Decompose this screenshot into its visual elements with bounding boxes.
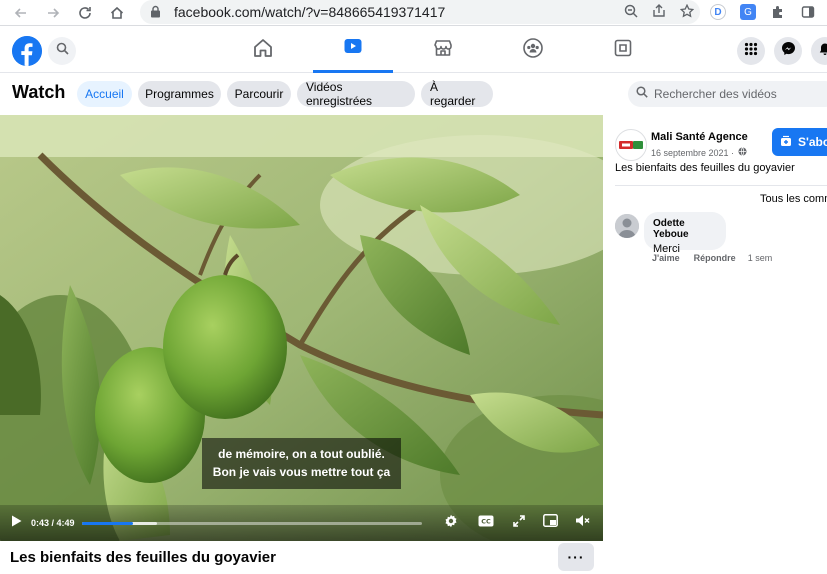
tab-watch[interactable] — [313, 27, 393, 73]
progress-played — [82, 522, 133, 525]
comment-reply-button[interactable]: Répondre — [694, 253, 736, 263]
marketplace-icon — [432, 37, 454, 64]
play-button[interactable] — [6, 505, 26, 541]
subscribe-button[interactable]: S'abo — [772, 128, 827, 156]
video-player[interactable]: de mémoire, on a tout oublié. Bon je vai… — [0, 115, 603, 541]
commenter-photo-icon — [615, 214, 639, 238]
expand-button[interactable] — [509, 505, 529, 541]
subtitle-line-1: de mémoire, on a tout oublié. — [218, 447, 385, 461]
tab-programmes[interactable]: Programmes — [138, 81, 221, 107]
home-icon[interactable] — [102, 0, 132, 26]
url-text[interactable]: facebook.com/watch/?v=848665419371417 — [174, 4, 445, 20]
video-search-placeholder: Rechercher des vidéos — [654, 87, 777, 101]
comment-like-button[interactable]: J'aime — [652, 253, 680, 263]
bookmark-star-icon[interactable] — [679, 3, 695, 21]
share-icon[interactable] — [652, 3, 666, 21]
video-title: Les bienfaits des feuilles du goyavier — [10, 549, 276, 566]
facebook-header — [0, 27, 827, 73]
globe-icon — [738, 147, 747, 158]
page-title: Watch — [12, 82, 66, 102]
facebook-logo-icon[interactable] — [12, 36, 42, 66]
tab-home[interactable] — [223, 27, 303, 73]
subtitle-line-2: Bon je vais vous mettre tout ça — [212, 465, 391, 479]
post-description: Les bienfaits des feuilles du goyavier — [615, 162, 795, 174]
volume-muted-icon — [575, 514, 590, 532]
messenger-button[interactable] — [774, 37, 802, 65]
address-bar[interactable]: facebook.com/watch/?v=848665419371417 — [140, 0, 700, 24]
subscribe-icon — [780, 135, 792, 150]
zoom-icon[interactable] — [624, 4, 638, 21]
messenger-icon — [781, 41, 796, 61]
groups-icon — [522, 37, 544, 64]
picture-in-picture-icon — [542, 514, 558, 532]
tab-groups[interactable] — [493, 27, 573, 73]
grid-menu-icon — [744, 42, 758, 61]
tab-videos-enregistrees[interactable]: Vidéos enregistrées — [297, 80, 415, 108]
subscribe-label: S'abo — [798, 135, 827, 149]
home-icon — [252, 37, 274, 64]
comment-age[interactable]: 1 sem — [748, 253, 773, 263]
back-icon[interactable] — [6, 0, 36, 26]
tab-parcourir[interactable]: Parcourir — [227, 81, 291, 107]
comment-author[interactable]: Odette Yeboue — [653, 218, 717, 240]
comment-actions: J'aime Répondre 1 sem — [652, 253, 772, 263]
miniplayer-button[interactable] — [540, 505, 560, 541]
comment-sort-selector[interactable]: Tous les comm — [760, 193, 827, 205]
mali-sante-logo-icon — [619, 141, 643, 149]
expand-icon — [513, 514, 525, 532]
video-details-panel: Mali Santé Agence 16 septembre 2021 · S'… — [603, 115, 827, 574]
comment-bubble: Odette Yeboue Merci — [644, 212, 726, 255]
commenter-avatar[interactable] — [615, 214, 639, 238]
video-time: 0:43 / 4:49 — [31, 518, 75, 528]
post-date: 16 septembre 2021 · — [651, 147, 747, 158]
captions-button[interactable]: CC — [476, 505, 496, 541]
notifications-button[interactable] — [811, 37, 827, 65]
extension-d-icon[interactable]: D — [710, 4, 726, 20]
side-panel-icon[interactable] — [800, 4, 816, 20]
video-subtitle: de mémoire, on a tout oublié. Bon je vai… — [202, 438, 401, 489]
tab-accueil[interactable]: Accueil — [77, 81, 132, 107]
menu-button[interactable] — [737, 37, 765, 65]
gaming-icon — [612, 37, 634, 64]
settings-button[interactable] — [441, 505, 461, 541]
bell-icon — [818, 42, 827, 61]
watch-subnav: Watch Accueil Programmes Parcourir Vidéo… — [0, 73, 827, 115]
divider — [615, 185, 827, 186]
tab-marketplace[interactable] — [403, 27, 483, 73]
play-icon — [11, 514, 22, 532]
post-date-text[interactable]: 16 septembre 2021 · — [651, 148, 734, 158]
forward-icon[interactable] — [38, 0, 68, 26]
page-name[interactable]: Mali Santé Agence — [651, 131, 748, 143]
reload-icon[interactable] — [70, 0, 100, 26]
video-controls: 0:43 / 4:49 CC — [0, 505, 603, 541]
gear-icon — [444, 514, 458, 533]
tab-gaming[interactable] — [583, 27, 663, 73]
progress-bar[interactable] — [82, 522, 422, 525]
search-icon — [56, 42, 69, 60]
tab-a-regarder[interactable]: À regarder — [421, 80, 493, 108]
more-options-button[interactable]: ··· — [558, 543, 594, 571]
video-search-input[interactable]: Rechercher des vidéos — [628, 81, 827, 107]
translate-extension-icon[interactable]: G — [740, 4, 756, 20]
lock-icon[interactable] — [150, 5, 164, 19]
page-avatar[interactable] — [615, 129, 647, 161]
svg-text:CC: CC — [481, 518, 491, 526]
extensions-puzzle-icon[interactable] — [770, 4, 786, 20]
browser-toolbar: facebook.com/watch/?v=848665419371417 D … — [0, 0, 827, 26]
closed-captions-icon: CC — [478, 514, 494, 532]
watch-video-icon — [342, 35, 364, 62]
mute-button[interactable] — [572, 505, 592, 541]
facebook-search-button[interactable] — [48, 37, 76, 65]
search-icon — [636, 85, 648, 103]
